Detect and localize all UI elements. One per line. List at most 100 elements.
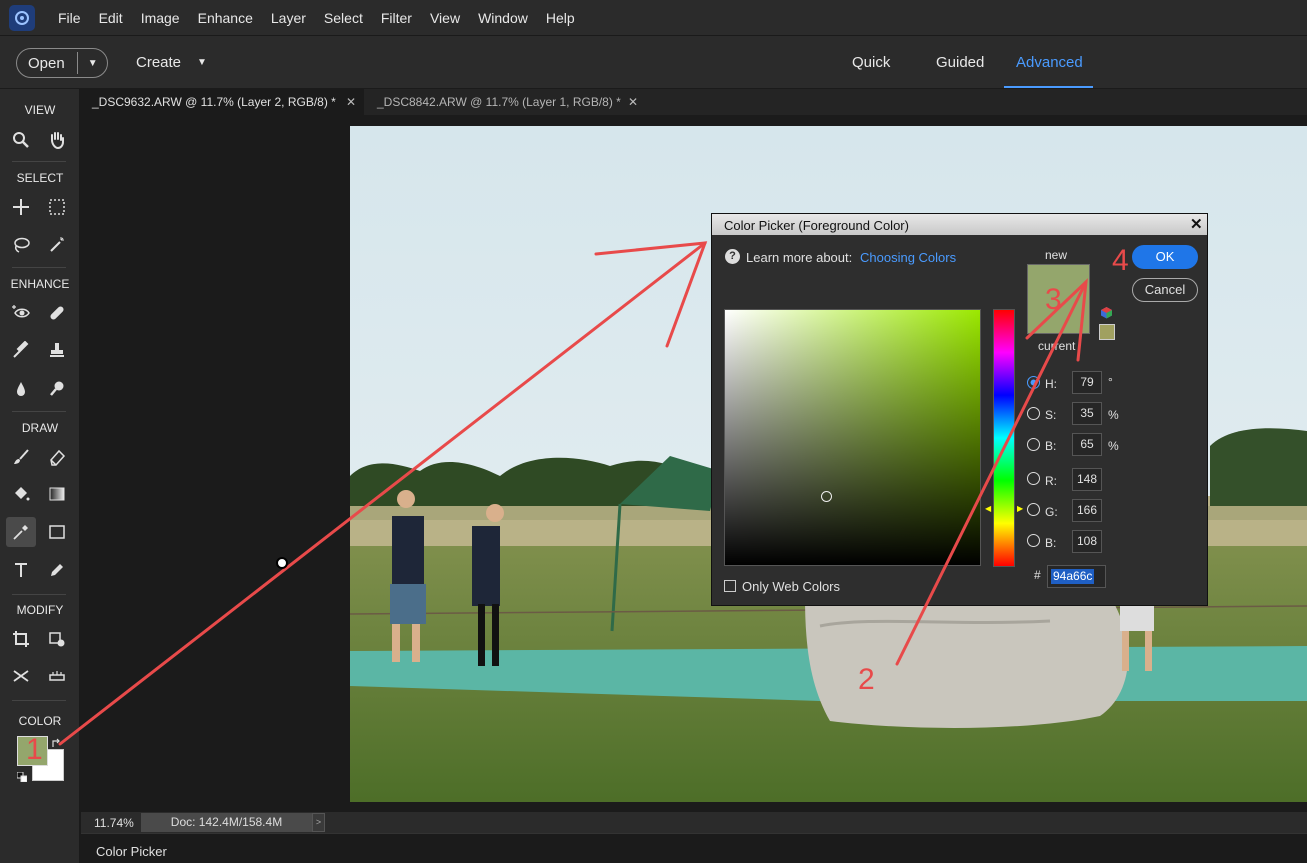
default-colors-icon[interactable] — [16, 769, 28, 783]
help-icon[interactable]: ? — [725, 249, 740, 264]
gradient-tool-icon[interactable] — [42, 479, 72, 509]
hue-slider[interactable] — [993, 309, 1015, 567]
clone-stamp-tool-icon[interactable] — [42, 335, 72, 365]
recompose-tool-icon[interactable] — [42, 624, 72, 654]
blue-radio[interactable] — [1027, 534, 1040, 547]
web-safe-color-swatch[interactable] — [1099, 324, 1115, 340]
zoom-field[interactable]: 11.74% — [94, 813, 134, 833]
hue-slider-right-arrow-icon[interactable]: ▶ — [1017, 504, 1023, 513]
divider — [12, 411, 66, 412]
menu-edit[interactable]: Edit — [90, 10, 132, 26]
red-radio[interactable] — [1027, 472, 1040, 485]
green-field[interactable]: 166 — [1072, 499, 1102, 522]
document-tab-active[interactable]: _DSC9632.ARW @ 11.7% (Layer 2, RGB/8) * … — [81, 89, 364, 115]
straighten-tool-icon[interactable] — [42, 661, 72, 691]
section-modify: MODIFY — [16, 603, 64, 617]
menu-help[interactable]: Help — [537, 10, 584, 26]
blue-label: B: — [1045, 536, 1057, 550]
open-button[interactable]: Open ▼ — [16, 48, 108, 78]
ok-button[interactable]: OK — [1132, 245, 1198, 269]
eyedropper-tool-icon[interactable] — [6, 517, 36, 547]
only-web-colors-checkbox[interactable] — [724, 580, 736, 592]
open-dropdown-icon[interactable]: ▼ — [78, 58, 107, 69]
menu-image[interactable]: Image — [132, 10, 189, 26]
menu-layer[interactable]: Layer — [262, 10, 315, 26]
hue-radio[interactable] — [1027, 376, 1040, 389]
blue-field[interactable]: 108 — [1072, 530, 1102, 553]
lasso-tool-icon[interactable] — [6, 230, 36, 260]
section-draw: DRAW — [21, 421, 59, 435]
menu-window[interactable]: Window — [469, 10, 537, 26]
menu-file[interactable]: File — [49, 10, 90, 26]
type-tool-icon[interactable] — [6, 555, 36, 585]
content-aware-move-tool-icon[interactable] — [6, 661, 36, 691]
zoom-tool-icon[interactable] — [6, 125, 36, 155]
pencil-tool-icon[interactable] — [42, 555, 72, 585]
blur-tool-icon[interactable] — [6, 374, 36, 404]
sponge-tool-icon[interactable] — [42, 374, 72, 404]
divider — [12, 700, 66, 701]
paint-bucket-tool-icon[interactable] — [6, 479, 36, 509]
document-tab-label: _DSC8842.ARW @ 11.7% (Layer 1, RGB/8) * — [377, 95, 621, 109]
current-color-label: current — [1038, 339, 1076, 353]
shape-tool-icon[interactable] — [42, 517, 72, 547]
create-dropdown-icon[interactable]: ▼ — [197, 57, 207, 68]
cancel-button[interactable]: Cancel — [1132, 278, 1198, 302]
crop-tool-icon[interactable] — [6, 624, 36, 654]
close-icon[interactable]: ✕ — [1190, 215, 1203, 233]
tab-quick[interactable]: Quick — [852, 54, 890, 71]
doc-size-info: Doc: 142.4M/158.4M — [141, 813, 312, 832]
marquee-tool-icon[interactable] — [42, 192, 72, 222]
dialog-titlebar[interactable]: Color Picker (Foreground Color) ✕ — [712, 214, 1207, 235]
divider — [12, 594, 66, 595]
brightness-field[interactable]: 65 — [1072, 433, 1102, 456]
menu-filter[interactable]: Filter — [372, 10, 421, 26]
color-field-marker[interactable] — [821, 491, 832, 502]
color-field[interactable] — [724, 309, 981, 566]
saturation-radio[interactable] — [1027, 407, 1040, 420]
hue-slider-left-arrow-icon[interactable]: ◀ — [985, 504, 991, 513]
open-label: Open — [28, 54, 65, 72]
hex-field[interactable]: 94a66c — [1047, 565, 1106, 588]
move-tool-icon[interactable] — [6, 192, 36, 222]
close-icon[interactable]: ✕ — [346, 89, 356, 115]
choosing-colors-link[interactable]: Choosing Colors — [860, 250, 956, 265]
tab-guided[interactable]: Guided — [936, 54, 984, 71]
hue-field[interactable]: 79 — [1072, 371, 1102, 394]
saturation-field[interactable]: 35 — [1072, 402, 1102, 425]
section-color: COLOR — [18, 714, 62, 728]
section-view: VIEW — [24, 103, 56, 117]
eraser-tool-icon[interactable] — [42, 442, 72, 472]
app-logo-icon — [9, 4, 35, 31]
magic-wand-tool-icon[interactable] — [42, 230, 72, 260]
create-button[interactable]: Create — [136, 54, 181, 71]
new-color-label: new — [1045, 248, 1068, 262]
annotation-number-3: 3 — [1045, 283, 1062, 316]
brush-tool-icon[interactable] — [6, 442, 36, 472]
menu-view[interactable]: View — [421, 10, 469, 26]
brightness-radio[interactable] — [1027, 438, 1040, 451]
menu-select[interactable]: Select — [315, 10, 372, 26]
annotation-number-2: 2 — [858, 663, 875, 696]
color-picker-dialog: Color Picker (Foreground Color) ✕ ? Lear… — [711, 213, 1208, 606]
document-tab-label: _DSC9632.ARW @ 11.7% (Layer 2, RGB/8) * — [92, 95, 336, 109]
saturation-unit: % — [1108, 408, 1119, 422]
document-tab[interactable]: _DSC8842.ARW @ 11.7% (Layer 1, RGB/8) * … — [366, 89, 646, 115]
only-web-colors-label: Only Web Colors — [742, 579, 841, 594]
hand-tool-icon[interactable] — [42, 125, 72, 155]
chevron-right-icon[interactable]: > — [312, 813, 325, 832]
swap-colors-icon[interactable] — [51, 736, 62, 747]
green-label: G: — [1045, 505, 1058, 519]
red-eye-tool-icon[interactable] — [6, 298, 36, 328]
red-field[interactable]: 148 — [1072, 468, 1102, 491]
tab-advanced[interactable]: Advanced — [1016, 54, 1083, 71]
green-radio[interactable] — [1027, 503, 1040, 516]
smart-brush-tool-icon[interactable] — [6, 335, 36, 365]
menu-enhance[interactable]: Enhance — [189, 10, 262, 26]
close-icon[interactable]: ✕ — [628, 89, 638, 115]
healing-brush-tool-icon[interactable] — [42, 298, 72, 328]
top-toolbar: Open ▼ Create ▼ Quick Guided Advanced — [0, 35, 1307, 88]
dialog-title: Color Picker (Foreground Color) — [724, 218, 909, 233]
saturation-label: S: — [1045, 408, 1057, 422]
cube-icon[interactable] — [1100, 306, 1113, 319]
